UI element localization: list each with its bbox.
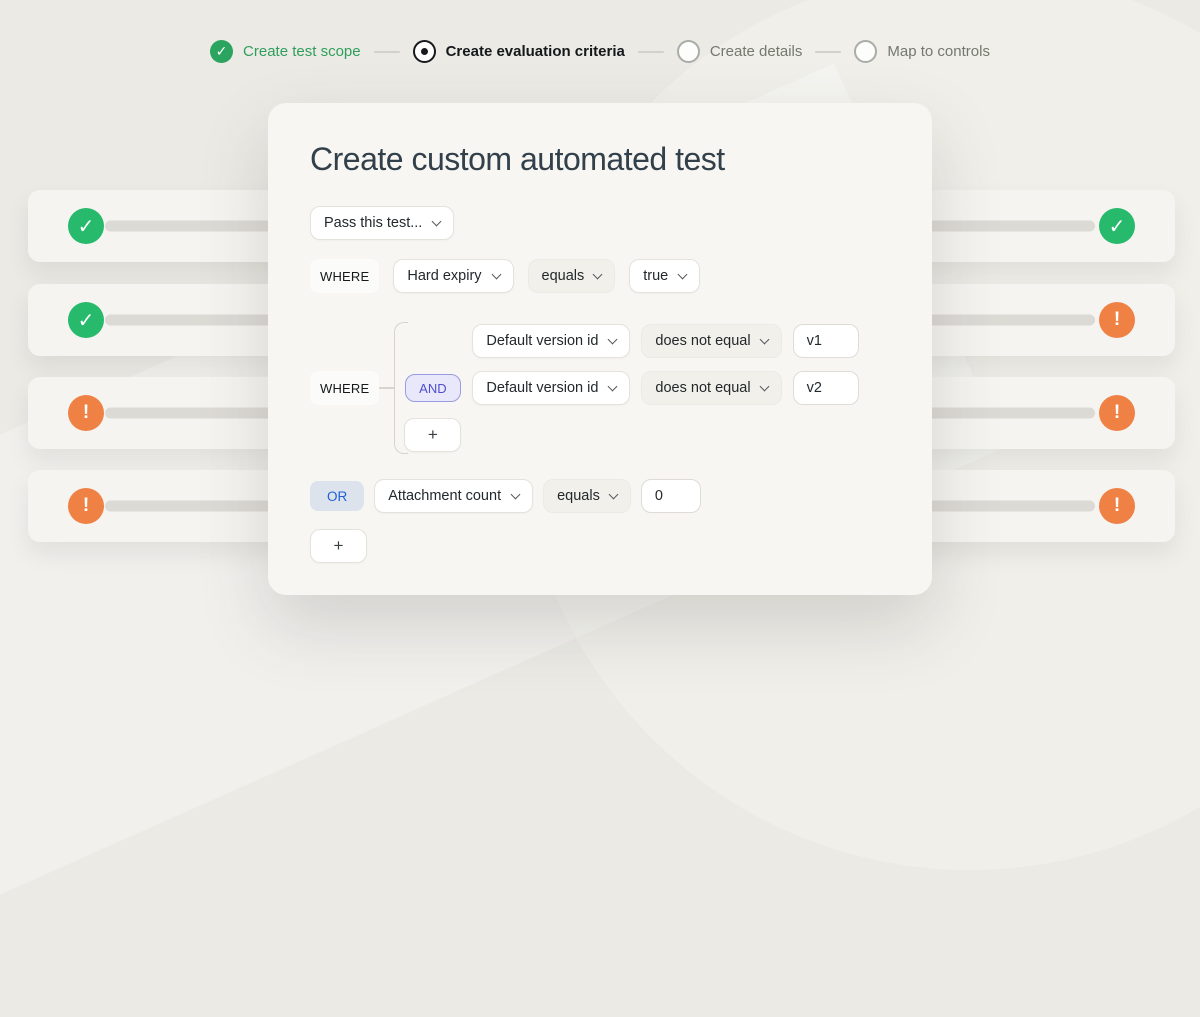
operator-select[interactable]: equals bbox=[528, 259, 616, 293]
chevron-down-icon bbox=[491, 269, 501, 279]
step-connector-line bbox=[374, 51, 400, 53]
warning-circle-icon: ! bbox=[1099, 488, 1135, 524]
chevron-down-icon bbox=[432, 216, 442, 226]
field-select-value: Attachment count bbox=[388, 488, 501, 504]
step-label: Create test scope bbox=[243, 43, 361, 60]
operator-select-value: does not equal bbox=[655, 333, 750, 349]
step-connector-line bbox=[638, 51, 664, 53]
warning-circle-icon: ! bbox=[1099, 395, 1135, 431]
or-connector-pill[interactable]: OR bbox=[310, 481, 364, 511]
value-input-value: 0 bbox=[655, 488, 663, 504]
step-map-to-controls[interactable]: Map to controls bbox=[854, 40, 990, 63]
step-label: Create details bbox=[710, 43, 803, 60]
warning-circle-icon: ! bbox=[68, 488, 104, 524]
condition-row: Default version id does not equal v1 bbox=[404, 324, 858, 358]
add-condition-button[interactable]: + bbox=[404, 418, 461, 452]
wizard-stepper: ✓ Create test scope Create evaluation cr… bbox=[0, 40, 1200, 63]
check-circle-icon: ✓ bbox=[68, 208, 104, 244]
check-circle-icon: ✓ bbox=[1099, 208, 1135, 244]
value-input[interactable]: 0 bbox=[641, 479, 701, 513]
check-circle-icon: ✓ bbox=[68, 302, 104, 338]
operator-select[interactable]: does not equal bbox=[641, 324, 781, 358]
field-select-value: Hard expiry bbox=[407, 268, 481, 284]
where-label: WHERE bbox=[310, 371, 379, 405]
test-result-select[interactable]: Pass this test... bbox=[310, 206, 454, 240]
condition-row: AND Default version id does not equal v2 bbox=[404, 371, 858, 405]
and-connector-pill[interactable]: AND bbox=[405, 374, 460, 402]
chevron-down-icon bbox=[608, 489, 618, 499]
step-create-evaluation-criteria[interactable]: Create evaluation criteria bbox=[413, 40, 625, 63]
field-select[interactable]: Hard expiry bbox=[393, 259, 513, 293]
condition-group: WHERE Default version id does not equal … bbox=[310, 318, 890, 458]
warning-circle-icon: ! bbox=[1099, 302, 1135, 338]
operator-select-value: does not equal bbox=[655, 380, 750, 396]
value-input-value: v1 bbox=[807, 333, 822, 349]
value-select[interactable]: true bbox=[629, 259, 700, 293]
value-input[interactable]: v1 bbox=[793, 324, 859, 358]
operator-select-value: equals bbox=[557, 488, 600, 504]
field-select[interactable]: Default version id bbox=[472, 324, 630, 358]
where-label: WHERE bbox=[310, 259, 379, 293]
field-select-value: Default version id bbox=[486, 380, 598, 396]
create-test-modal: Create custom automated test Pass this t… bbox=[268, 103, 932, 595]
add-rule-button[interactable]: + bbox=[310, 529, 367, 563]
chevron-down-icon bbox=[511, 489, 521, 499]
step-label: Map to controls bbox=[887, 43, 990, 60]
step-label: Create evaluation criteria bbox=[446, 43, 625, 60]
operator-select[interactable]: equals bbox=[543, 479, 631, 513]
field-select[interactable]: Attachment count bbox=[374, 479, 533, 513]
modal-title: Create custom automated test bbox=[310, 141, 890, 178]
value-input-value: v2 bbox=[807, 380, 822, 396]
test-result-select-value: Pass this test... bbox=[324, 215, 422, 231]
chevron-down-icon bbox=[759, 381, 769, 391]
step-create-details[interactable]: Create details bbox=[677, 40, 803, 63]
step-upcoming-circle-icon bbox=[677, 40, 700, 63]
field-select-value: Default version id bbox=[486, 333, 598, 349]
step-upcoming-circle-icon bbox=[854, 40, 877, 63]
value-input[interactable]: v2 bbox=[793, 371, 859, 405]
chevron-down-icon bbox=[678, 269, 688, 279]
group-connector-line bbox=[379, 387, 394, 389]
chevron-down-icon bbox=[608, 334, 618, 344]
value-select-value: true bbox=[643, 268, 668, 284]
condition-row: + bbox=[404, 418, 858, 452]
step-create-test-scope[interactable]: ✓ Create test scope bbox=[210, 40, 361, 63]
step-connector-line bbox=[815, 51, 841, 53]
field-select[interactable]: Default version id bbox=[472, 371, 630, 405]
chevron-down-icon bbox=[759, 334, 769, 344]
operator-select[interactable]: does not equal bbox=[641, 371, 781, 405]
step-current-radio-icon bbox=[413, 40, 436, 63]
warning-circle-icon: ! bbox=[68, 395, 104, 431]
step-complete-check-icon: ✓ bbox=[210, 40, 233, 63]
chevron-down-icon bbox=[593, 269, 603, 279]
chevron-down-icon bbox=[608, 381, 618, 391]
operator-select-value: equals bbox=[542, 268, 585, 284]
